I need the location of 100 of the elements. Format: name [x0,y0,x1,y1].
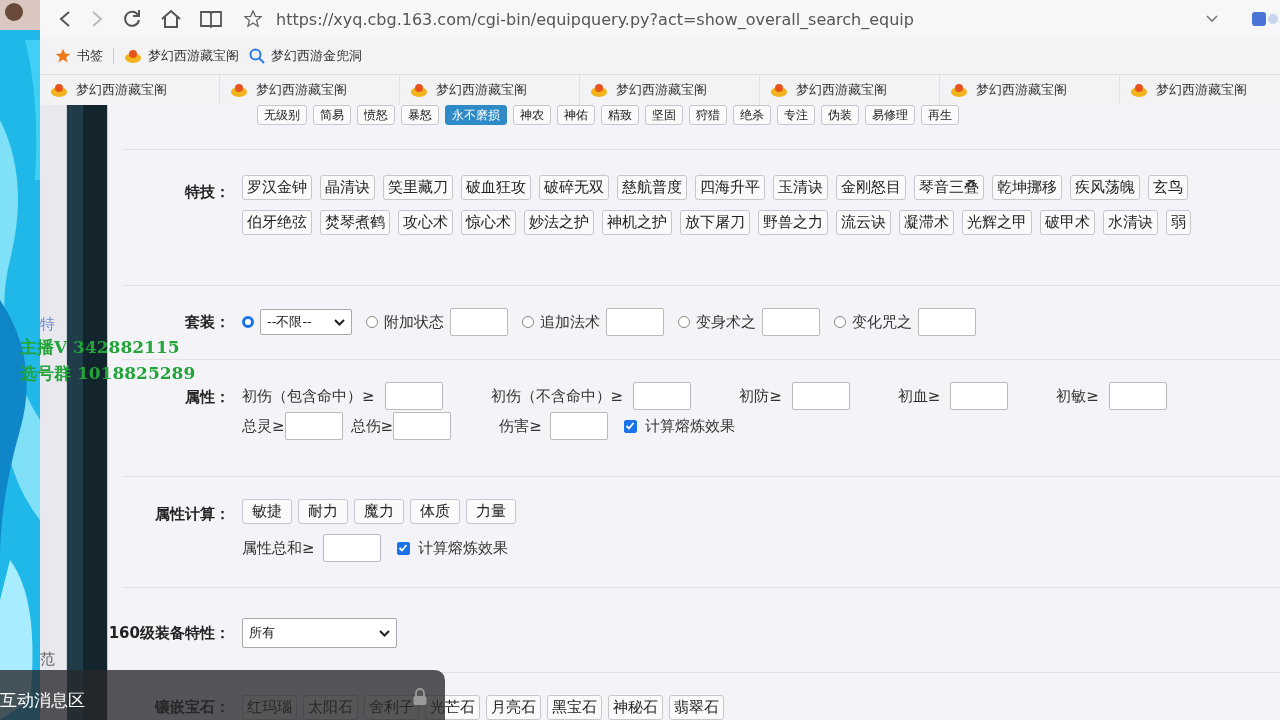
skill-tag[interactable]: 凝滞术 [899,210,954,235]
chevron-icon[interactable] [1206,15,1218,23]
filter-tag[interactable]: 简易 [313,105,351,125]
skill-tag[interactable]: 琴音三叠 [914,175,984,200]
field-label: 初敏≥ [1056,386,1099,406]
tab[interactable]: 梦幻西游藏宝阁 [1120,75,1280,105]
skill-tag[interactable]: 玉清诀 [773,175,828,200]
input-field[interactable] [322,534,381,562]
input-field[interactable] [1108,382,1167,410]
filter-tag[interactable]: 精致 [601,105,639,125]
attribute-button[interactable]: 体质 [410,499,460,524]
input-field[interactable] [606,308,664,336]
skill-tag[interactable]: 攻心术 [398,210,453,235]
radio-button[interactable] [242,316,254,328]
input-field[interactable] [450,308,508,336]
skill-tag[interactable]: 罗汉金钟 [242,175,312,200]
input-field[interactable] [393,412,452,440]
sidebar-item[interactable]: 范 [40,650,55,669]
skill-tag[interactable]: 金刚怒目 [836,175,906,200]
checkbox-label: 计算熔炼效果 [417,538,508,558]
bookmark[interactable]: 书签 [55,47,103,65]
home-icon[interactable] [160,9,182,29]
attribute-button[interactable]: 魔力 [354,499,404,524]
filter-tag[interactable]: 易修理 [865,105,915,125]
skill-tag[interactable]: 弱 [1166,210,1191,235]
skill-tag[interactable]: 光辉之甲 [962,210,1032,235]
input-field[interactable] [918,308,976,336]
option-label: 附加状态 [384,312,444,332]
radio-button[interactable] [522,316,534,328]
field-label: 特技： [185,182,230,202]
chevron-icon [334,318,345,326]
skill-tag[interactable]: 妙法之护 [524,210,594,235]
gem-tag[interactable]: 神秘石 [608,695,663,720]
checkbox-label: 计算熔炼效果 [644,416,735,436]
tab[interactable]: 梦幻西游藏宝阁 [940,75,1120,105]
skill-tag[interactable]: 乾坤挪移 [992,175,1062,200]
option-label: 追加法术 [540,312,600,332]
skill-tag[interactable]: 笑里藏刀 [383,175,453,200]
skill-tag[interactable]: 惊心术 [461,210,516,235]
skill-tag[interactable]: 伯牙绝弦 [242,210,312,235]
set-select[interactable]: --不限-- [260,309,352,335]
input-field[interactable] [762,308,820,336]
gem-tag[interactable]: 翡翠石 [669,695,724,720]
filter-tag[interactable]: 坚固 [645,105,683,125]
skill-tag[interactable]: 流云诀 [836,210,891,235]
filter-tag[interactable]: 永不磨损 [445,105,507,125]
trait-select[interactable]: 所有 [242,618,397,648]
checkbox[interactable] [396,541,410,555]
field-label: 伤害≥ [499,416,542,436]
filter-tag[interactable]: 伪装 [821,105,859,125]
filter-tag[interactable]: 无级别 [257,105,307,125]
forward-icon[interactable] [90,10,104,28]
attribute-button[interactable]: 敏捷 [242,499,292,524]
filter-tag[interactable]: 再生 [921,105,959,125]
skill-tag[interactable]: 水清诀 [1103,210,1158,235]
input-field[interactable] [791,382,850,410]
book-icon[interactable] [200,10,222,28]
skill-tag[interactable]: 焚琴煮鹤 [320,210,390,235]
skill-tag[interactable]: 神机之护 [602,210,672,235]
input-field[interactable] [549,412,608,440]
filter-tag[interactable]: 神农 [513,105,551,125]
filter-tag[interactable]: 暴怒 [401,105,439,125]
refresh-icon[interactable] [122,9,142,29]
skill-tag[interactable]: 晶清诀 [320,175,375,200]
star-icon[interactable] [244,10,262,28]
skill-tag[interactable]: 破血狂攻 [461,175,531,200]
extension-icon[interactable] [1250,10,1280,28]
skill-tag[interactable]: 破甲术 [1040,210,1095,235]
gem-tag[interactable]: 月亮石 [486,695,541,720]
filter-tag[interactable]: 愤怒 [357,105,395,125]
skill-tag[interactable]: 疾风荡魄 [1070,175,1140,200]
star-icon [55,48,71,64]
chat-title: 互动消息区 [0,689,85,712]
field-label: 初血≥ [897,386,941,406]
bookmark[interactable]: 梦幻西游金兜洞 [249,47,362,65]
attribute-button[interactable]: 耐力 [298,499,348,524]
radio-button[interactable] [366,316,378,328]
skill-tag[interactable]: 野兽之力 [758,210,828,235]
field-label: 总伤≥ [350,416,394,436]
back-icon[interactable] [58,10,72,28]
filter-tag[interactable]: 狩猎 [689,105,727,125]
skill-tag[interactable]: 四海升平 [695,175,765,200]
lock-icon[interactable] [412,688,428,706]
skill-tag[interactable]: 玄鸟 [1148,175,1188,200]
gem-tag[interactable]: 黑宝石 [547,695,602,720]
radio-button[interactable] [834,316,846,328]
input-field[interactable] [633,382,692,410]
input-field[interactable] [950,382,1009,410]
input-field[interactable] [284,412,343,440]
skill-tag[interactable]: 慈航普度 [617,175,687,200]
attribute-button[interactable]: 力量 [466,499,516,524]
skill-tag[interactable]: 放下屠刀 [680,210,750,235]
input-field[interactable] [384,382,443,410]
checkbox[interactable] [623,419,637,433]
radio-button[interactable] [678,316,690,328]
bookmark[interactable]: 梦幻西游藏宝阁 [124,47,239,65]
skill-tag[interactable]: 破碎无双 [539,175,609,200]
filter-tag[interactable]: 神佑 [557,105,595,125]
filter-tag[interactable]: 专注 [777,105,815,125]
filter-tag[interactable]: 绝杀 [733,105,771,125]
